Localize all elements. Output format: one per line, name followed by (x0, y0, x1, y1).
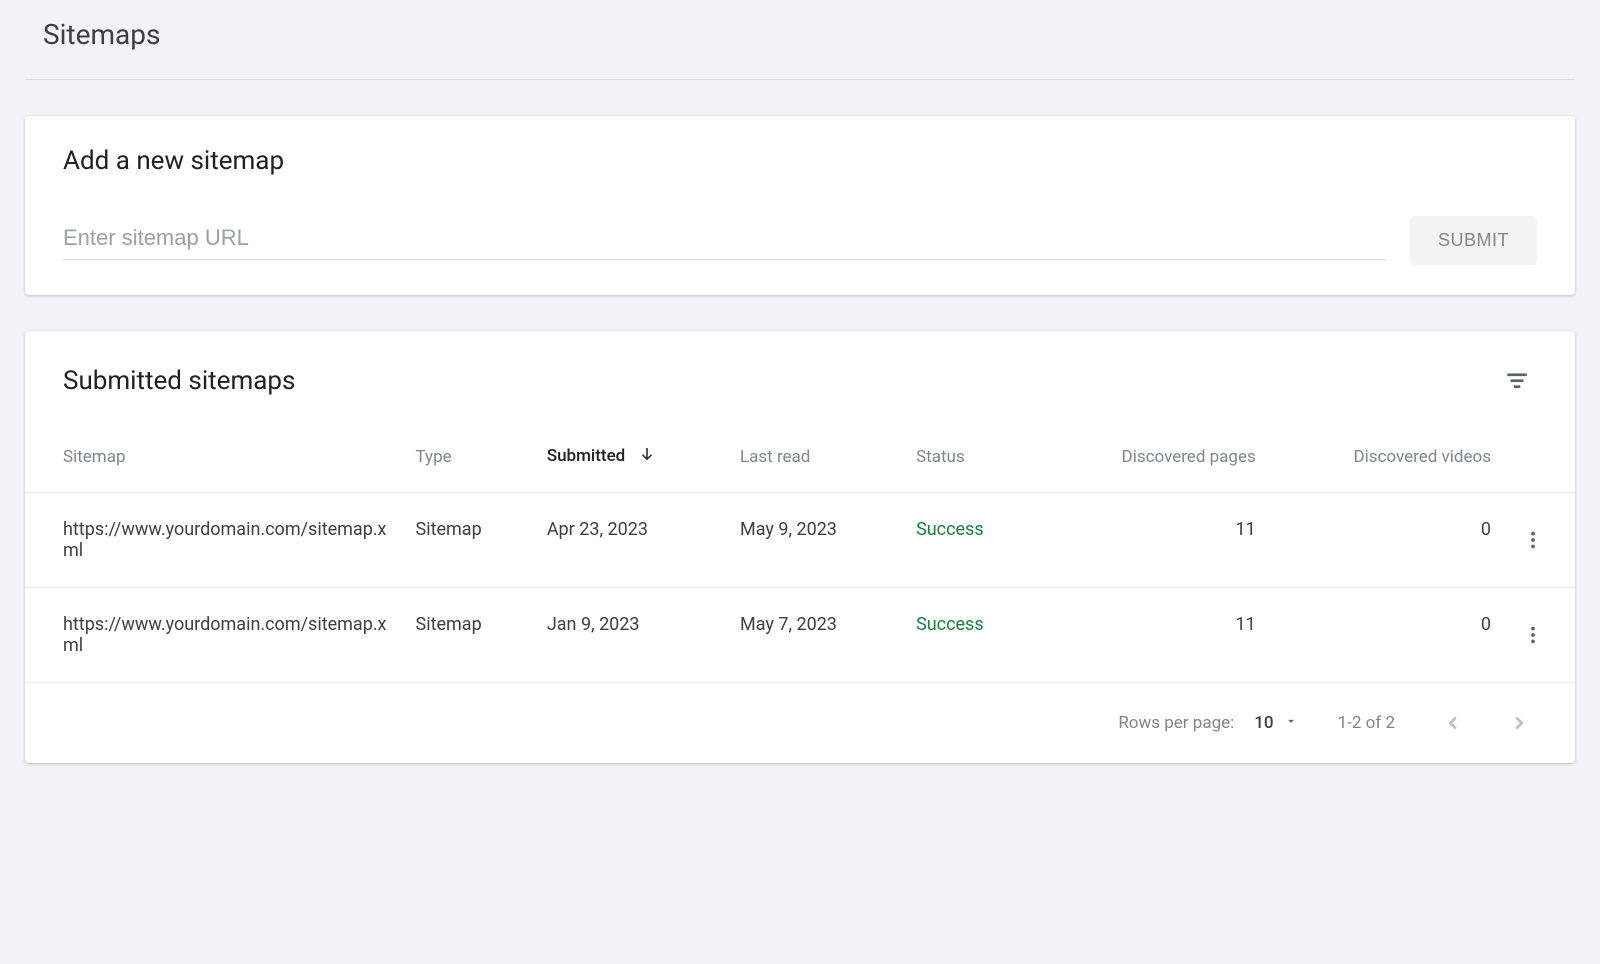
submit-button[interactable]: SUBMIT (1410, 216, 1537, 265)
submitted-sitemaps-card: Submitted sitemaps Sitemap Type Submitte… (25, 331, 1575, 763)
col-discovered-videos[interactable]: Discovered videos (1268, 421, 1503, 493)
more-vert-icon[interactable] (1515, 522, 1551, 558)
filter-icon[interactable] (1497, 361, 1537, 401)
col-discovered-pages[interactable]: Discovered pages (1037, 421, 1267, 493)
add-sitemap-card: Add a new sitemap SUBMIT (25, 116, 1575, 295)
rows-per-page-value: 10 (1254, 713, 1273, 733)
cell-submitted: Jan 9, 2023 (535, 588, 728, 683)
page-title: Sitemaps (25, 0, 1575, 80)
rows-per-page-select[interactable]: 10 (1254, 713, 1297, 733)
cell-discovered-videos: 0 (1268, 588, 1503, 683)
more-vert-icon[interactable] (1515, 617, 1551, 653)
table-row[interactable]: https://www.yourdomain.com/sitemap.xml S… (25, 588, 1575, 683)
col-submitted[interactable]: Submitted (535, 421, 728, 493)
cell-discovered-pages: 11 (1037, 588, 1267, 683)
caret-down-icon (1284, 713, 1298, 733)
cell-type: Sitemap (404, 588, 535, 683)
page-range-label: 1-2 of 2 (1338, 713, 1395, 733)
arrow-down-icon (638, 445, 656, 468)
cell-last-read: May 9, 2023 (728, 493, 904, 588)
table-row[interactable]: https://www.yourdomain.com/sitemap.xml S… (25, 493, 1575, 588)
rows-per-page-label: Rows per page: (1118, 713, 1234, 733)
table-footer: Rows per page: 10 1-2 of 2 (25, 683, 1575, 763)
col-type[interactable]: Type (404, 421, 535, 493)
cell-submitted: Apr 23, 2023 (535, 493, 728, 588)
col-last-read[interactable]: Last read (728, 421, 904, 493)
cell-status: Success (904, 588, 1037, 683)
cell-type: Sitemap (404, 493, 535, 588)
col-submitted-label: Submitted (547, 446, 625, 466)
next-page-button[interactable] (1501, 705, 1537, 741)
cell-status: Success (904, 493, 1037, 588)
submitted-sitemaps-title: Submitted sitemaps (63, 366, 295, 396)
cell-sitemap: https://www.yourdomain.com/sitemap.xml (25, 493, 404, 588)
cell-discovered-pages: 11 (1037, 493, 1267, 588)
add-sitemap-title: Add a new sitemap (63, 146, 1537, 176)
cell-last-read: May 7, 2023 (728, 588, 904, 683)
cell-sitemap: https://www.yourdomain.com/sitemap.xml (25, 588, 404, 683)
sitemaps-table: Sitemap Type Submitted Last read Status (25, 421, 1575, 683)
sitemap-url-input[interactable] (63, 221, 1386, 260)
prev-page-button[interactable] (1435, 705, 1471, 741)
cell-discovered-videos: 0 (1268, 493, 1503, 588)
col-sitemap[interactable]: Sitemap (25, 421, 404, 493)
col-status[interactable]: Status (904, 421, 1037, 493)
